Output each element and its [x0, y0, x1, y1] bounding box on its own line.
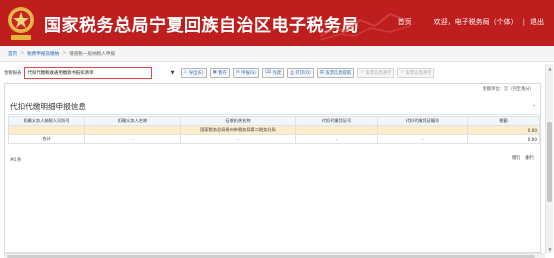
extract-invoice-label: 发票信息提取	[325, 70, 352, 76]
chevron-down-icon[interactable]: ▼	[168, 68, 178, 78]
report-toolbar: 金税报表 代扣代缴税收通用缴款书抵扣清单 ▼ ⇩ 导出(E) ▣ 暂存 ✉ 申报(S)…	[0, 64, 544, 81]
breadcrumb-home[interactable]: 首页	[8, 51, 17, 57]
certificate-code-cell[interactable]	[377, 125, 468, 135]
table-row[interactable]: 国家税务总局贵州市税务局第二税务分局 0.00	[8, 125, 540, 135]
breadcrumb-separator: >	[62, 51, 67, 56]
column-header: 征收机关名称	[180, 116, 296, 126]
user-name-link[interactable]: 电子税务局（个体）	[455, 17, 518, 27]
amount-unit-text: 金额单位：元（列至角分）	[482, 87, 534, 92]
clear-invoice-label-2: 发票信息清空	[405, 70, 432, 76]
add-row-button[interactable]: 增行	[512, 155, 521, 161]
submit-declaration-button[interactable]: ✉ 申报(S)	[232, 67, 259, 78]
logout-link[interactable]: 退出	[530, 17, 544, 27]
scroll-down-arrow-icon[interactable]: ▼	[546, 245, 554, 253]
section-title: 代扣代缴明细申报信息	[10, 102, 86, 111]
invoice-icon: ▤	[319, 70, 324, 75]
scroll-up-arrow-icon[interactable]: ▲	[546, 64, 554, 72]
save-draft-label: 暂存	[218, 70, 227, 76]
horizontal-scrollbar[interactable]	[4, 253, 545, 258]
form-panel: 金额单位：元（列至角分） 代扣代缴明细申报信息 ⌄ 扣缴义务人纳税人识别号 扣缴…	[4, 83, 541, 253]
table-header-row: 扣缴义务人纳税人识别号 扣缴义务人名称 征收机关名称 代扣代缴凭证号 代扣代缴凭…	[8, 116, 540, 126]
print-icon: ⎙	[290, 70, 294, 76]
report-select[interactable]: 代扣代缴税收通用缴款书抵扣清单	[23, 66, 152, 79]
tax-emblem-logo	[8, 7, 34, 40]
total-cell: -	[377, 134, 468, 144]
record-count: 共1条	[10, 158, 22, 163]
nav-home-link[interactable]: 首页	[398, 17, 412, 27]
breadcrumb-separator: >	[20, 51, 25, 56]
taxpayer-id-cell[interactable]	[8, 125, 85, 135]
export-icon: ⇩	[183, 70, 188, 75]
breadcrumb: 首页 > 税费申报及缴纳 > 增值税一般纳税人申报	[0, 46, 554, 62]
tax-amount-cell[interactable]: 0.00	[467, 125, 540, 135]
print-label: 打印(D)	[295, 70, 311, 76]
column-header: 代扣代缴凭证编号	[377, 116, 468, 126]
clear-invoice-button[interactable]: ↺ 发票信息清空	[357, 67, 395, 78]
submit-declaration-label: 申报(S)	[241, 70, 256, 76]
column-header: 扣缴义务人纳税人识别号	[8, 116, 85, 126]
submit-icon: ✉	[235, 70, 240, 75]
welcome-text: 欢迎，	[433, 18, 455, 26]
breadcrumb-current: 增值税一般纳税人申报	[69, 51, 116, 57]
section-divider	[8, 114, 539, 115]
total-label: 合计	[8, 134, 85, 144]
site-title: 国家税务总局宁夏回族自治区电子税务局	[44, 16, 359, 36]
export-button[interactable]: ⇩ 导出(E)	[180, 67, 207, 78]
great-wall-decoration	[320, 12, 410, 41]
total-tax-amount: 0.00	[467, 134, 540, 144]
header-nav: 首页 欢迎， 电子税务局（个体） | 退出	[398, 17, 544, 27]
nav-separator: |	[522, 18, 525, 26]
clear-invoice-button-2[interactable]: ↺ 发票信息清空	[397, 67, 435, 78]
extract-invoice-button[interactable]: ▤ 发票信息提取	[316, 67, 355, 78]
void-icon: ⌫	[264, 70, 272, 75]
scrollbar-thumb[interactable]	[547, 122, 552, 202]
print-button[interactable]: ⎙ 打印(D)	[287, 67, 314, 78]
refresh-icon: ↺	[400, 70, 405, 75]
column-header: 代扣代缴凭证号	[295, 116, 378, 126]
collapse-chevron-icon[interactable]: ⌄	[532, 102, 536, 108]
withholder-name-cell[interactable]	[84, 125, 181, 135]
refresh-icon: ↺	[360, 70, 365, 75]
report-select-label: 金税报表	[4, 70, 22, 76]
breadcrumb-tax-filing[interactable]: 税费申报及缴纳	[27, 51, 59, 57]
certificate-number-cell[interactable]	[295, 125, 378, 135]
clear-invoice-label: 发票信息清空	[365, 70, 392, 76]
withholding-detail-table: 扣缴义务人纳税人识别号 扣缴义务人名称 征收机关名称 代扣代缴凭证号 代扣代缴凭…	[8, 116, 540, 144]
void-label: 作废	[272, 70, 282, 76]
save-draft-button[interactable]: ▣ 暂存	[209, 67, 230, 78]
delete-row-button[interactable]: 删行	[525, 155, 534, 161]
column-header: 税额	[467, 116, 540, 126]
total-cell: -	[295, 134, 378, 144]
vertical-scrollbar[interactable]: ▲ ▼	[545, 64, 553, 253]
total-cell: -	[84, 134, 181, 144]
void-button[interactable]: ⌫ 作废	[261, 67, 285, 78]
column-header: 扣缴义务人名称	[84, 116, 181, 126]
total-cell: -	[180, 134, 296, 144]
row-actions: 增行 删行	[507, 155, 534, 161]
save-icon: ▣	[212, 70, 217, 75]
site-header: 国家税务总局宁夏回族自治区电子税务局 首页 欢迎， 电子税务局（个体） | 退出	[0, 0, 554, 46]
export-button-label: 导出(E)	[188, 70, 204, 76]
tax-authority-cell[interactable]: 国家税务总局贵州市税务局第二税务分局	[180, 125, 296, 135]
total-row: 合计 - - - - 0.00	[8, 134, 540, 144]
